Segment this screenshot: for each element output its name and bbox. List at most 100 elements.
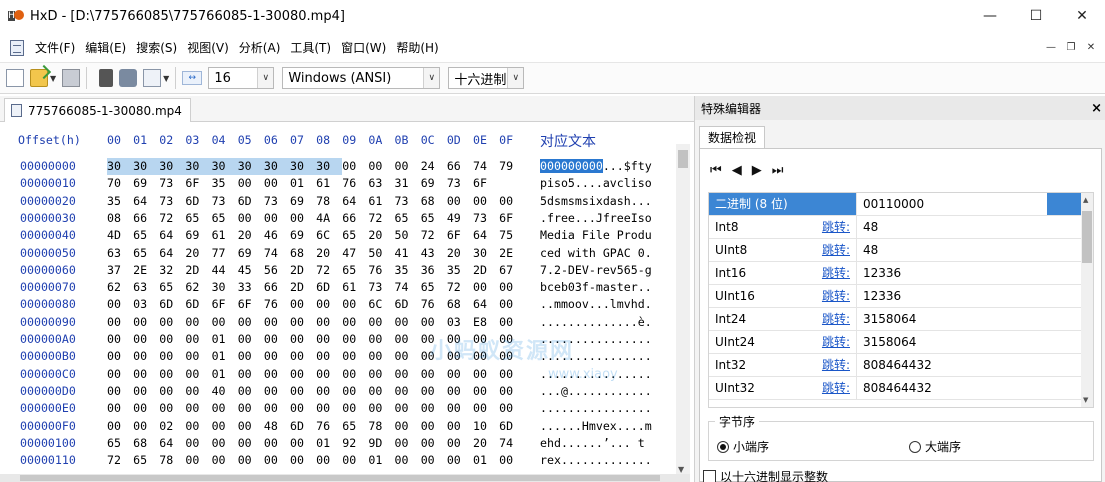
scrollbar-thumb[interactable] (1082, 211, 1092, 263)
hex-byte[interactable]: 44 (212, 262, 238, 279)
hex-byte[interactable]: 2E (499, 245, 525, 262)
hex-ints-checkbox[interactable]: 以十六进制显示整数 (703, 468, 828, 482)
hex-byte[interactable]: 65 (421, 279, 447, 296)
hex-byte[interactable]: 00 (290, 331, 316, 348)
hex-byte[interactable]: 00 (185, 400, 211, 417)
hex-byte[interactable]: 65 (133, 452, 159, 469)
hex-byte[interactable]: 00 (342, 331, 368, 348)
hex-byte[interactable]: 56 (264, 262, 290, 279)
hex-byte[interactable]: 00 (185, 366, 211, 383)
hex-byte[interactable]: 00 (107, 383, 133, 400)
hex-row[interactable]: 000000D0 00 00 00 00 40 00 00 00 00 00 00 00 00 00 00 00… (0, 383, 676, 400)
hex-byte[interactable]: 00 (159, 348, 185, 365)
hex-editor-view[interactable]: Offset(h) 00 01 02 03 04 05 06 07 08 09 0A 0B 0C 0D 0E… (0, 123, 690, 482)
hex-byte[interactable]: 76 (421, 296, 447, 313)
hex-byte[interactable]: 74 (473, 158, 499, 175)
hex-byte[interactable]: 45 (238, 262, 264, 279)
hex-byte[interactable]: 00 (473, 366, 499, 383)
hex-byte[interactable]: 67 (499, 262, 525, 279)
jump-link[interactable]: 跳转: (822, 262, 850, 285)
hex-byte[interactable]: 6D (316, 279, 342, 296)
hex-byte[interactable]: 64 (133, 193, 159, 210)
inspector-value[interactable]: 00110000 (857, 193, 1047, 215)
hex-byte[interactable]: 65 (107, 435, 133, 452)
hex-byte[interactable]: 66 (133, 210, 159, 227)
hex-byte[interactable]: 00 (107, 314, 133, 331)
hex-byte[interactable]: 2D (290, 262, 316, 279)
hex-byte[interactable]: 76 (316, 418, 342, 435)
hex-byte[interactable]: 40 (212, 383, 238, 400)
hex-byte[interactable]: 00 (395, 331, 421, 348)
hex-row[interactable]: 000000F0 00 00 02 00 00 00 48 6D 76 65 78 00 00 00 10 6D… (0, 418, 676, 435)
hex-byte[interactable]: 01 (473, 452, 499, 469)
hex-byte[interactable]: 00 (264, 366, 290, 383)
hex-byte[interactable]: 00 (368, 366, 394, 383)
hex-byte[interactable]: 78 (159, 452, 185, 469)
hex-byte[interactable]: 00 (473, 279, 499, 296)
hex-byte[interactable]: 69 (421, 175, 447, 192)
row-text[interactable]: .free...JfreeIso (540, 210, 678, 227)
scroll-down-icon[interactable]: ▼ (1083, 396, 1088, 404)
hex-byte[interactable]: 00 (264, 175, 290, 192)
scrollbar-thumb[interactable] (678, 150, 688, 168)
hex-byte[interactable]: 31 (395, 175, 421, 192)
hex-byte[interactable]: 00 (368, 348, 394, 365)
hex-byte[interactable]: 00 (316, 452, 342, 469)
hex-byte[interactable]: 20 (447, 245, 473, 262)
hex-byte[interactable]: 20 (185, 245, 211, 262)
hex-byte[interactable]: 2E (133, 262, 159, 279)
hex-byte[interactable]: 00 (264, 435, 290, 452)
jump-link[interactable]: 跳转: (822, 354, 850, 377)
selected-text[interactable]: 000000000 (540, 159, 603, 173)
hex-byte[interactable]: 00 (290, 314, 316, 331)
inspector-value[interactable]: 12336 (857, 262, 1047, 284)
hex-byte[interactable]: 00 (107, 296, 133, 313)
hex-byte[interactable]: 00 (290, 435, 316, 452)
checkbox-icon[interactable] (703, 470, 716, 482)
hex-byte[interactable]: 76 (368, 262, 394, 279)
inspector-row[interactable]: Int8 跳转: 48 (709, 216, 1083, 239)
hex-byte[interactable]: 00 (473, 193, 499, 210)
hex-byte[interactable]: 01 (212, 348, 238, 365)
hex-byte[interactable]: 00 (159, 331, 185, 348)
hex-byte[interactable]: 00 (107, 366, 133, 383)
hex-byte[interactable]: 35 (212, 175, 238, 192)
hex-byte[interactable]: 64 (342, 193, 368, 210)
hex-byte[interactable]: 03 (133, 296, 159, 313)
hex-row[interactable]: 00000040 4D 65 64 69 61 20 46 69 6C 65 20 50 72 6F 64 75… (0, 227, 676, 244)
hex-byte[interactable]: 00 (499, 366, 525, 383)
hex-byte[interactable]: 00 (316, 366, 342, 383)
hex-byte[interactable]: 6D (185, 296, 211, 313)
open-disk-icon[interactable] (99, 69, 114, 87)
hex-byte[interactable]: 00 (185, 348, 211, 365)
hex-byte[interactable]: 00 (185, 331, 211, 348)
hex-byte[interactable]: 69 (290, 227, 316, 244)
hex-byte[interactable]: 03 (447, 314, 473, 331)
hex-byte[interactable]: 33 (238, 279, 264, 296)
hex-byte[interactable]: 00 (499, 400, 525, 417)
hex-byte[interactable]: 6D (499, 418, 525, 435)
hex-byte[interactable]: 66 (264, 279, 290, 296)
hex-byte[interactable]: 73 (447, 175, 473, 192)
jump-link[interactable]: 跳转: (822, 377, 850, 400)
hex-byte[interactable]: 30 (107, 158, 134, 176)
row-text[interactable]: 000000000...$fty (540, 158, 678, 175)
hex-row[interactable]: 00000110 72 65 78 00 00 00 00 00 00 00 01 00 00 00 01 00… (0, 452, 676, 469)
hex-byte[interactable]: 00 (107, 331, 133, 348)
hex-row[interactable]: 000000A0 00 00 00 00 01 00 00 00 00 00 00 00 00 00 00 00… (0, 331, 676, 348)
hex-byte[interactable]: 6F (473, 175, 499, 192)
hex-byte[interactable]: 00 (499, 193, 525, 210)
hex-byte[interactable]: 00 (316, 348, 342, 365)
hex-byte[interactable]: 61 (342, 279, 368, 296)
hex-byte[interactable]: 00 (447, 366, 473, 383)
charset-select[interactable]: Windows (ANSI) ∨ (282, 67, 441, 89)
hex-byte[interactable]: 00 (107, 418, 133, 435)
hex-byte[interactable]: 64 (159, 245, 185, 262)
hex-byte[interactable]: 73 (159, 193, 185, 210)
hex-byte[interactable]: 00 (342, 314, 368, 331)
hex-byte[interactable]: 77 (212, 245, 238, 262)
hex-byte[interactable]: 65 (185, 210, 211, 227)
hex-byte[interactable]: 6F (212, 296, 238, 313)
hex-byte[interactable]: 00 (185, 418, 211, 435)
inspector-value[interactable]: 808464432 (857, 377, 1047, 399)
